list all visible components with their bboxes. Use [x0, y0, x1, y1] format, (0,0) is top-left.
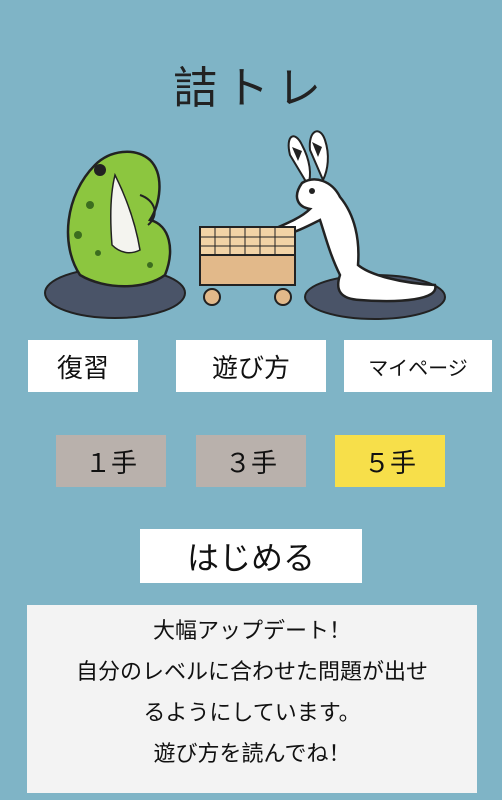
update-notice: 大幅アップデート！ 自分のレベルに合わせた問題が出せ るようにしています。 遊び…: [27, 605, 477, 793]
my-page-button[interactable]: マイページ: [344, 340, 492, 392]
level-1-move-button[interactable]: １手: [56, 435, 166, 487]
review-button[interactable]: 復習: [28, 340, 138, 392]
notice-line: 大幅アップデート！: [152, 619, 351, 644]
start-button[interactable]: はじめる: [140, 529, 362, 583]
notice-line: 遊び方を読んでね！: [153, 742, 351, 767]
notice-line: るようにしています。: [143, 701, 361, 726]
app-title: 詰トレ: [173, 63, 329, 114]
frog-rabbit-shogi-illustration: [44, 130, 446, 320]
notice-line: 自分のレベルに合わせた問題が出せ: [75, 660, 428, 685]
level-3-move-button[interactable]: ３手: [196, 435, 306, 487]
level-5-move-button[interactable]: ５手: [335, 435, 445, 487]
how-to-play-button[interactable]: 遊び方: [176, 340, 326, 392]
